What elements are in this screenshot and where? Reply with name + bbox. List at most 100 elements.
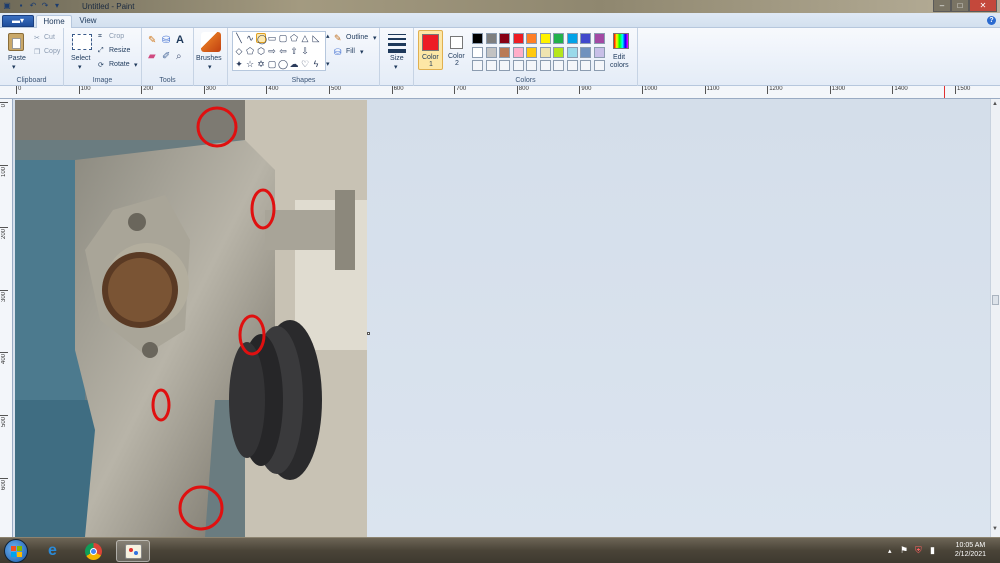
size-dropdown-icon[interactable]: ▾ [394, 63, 398, 71]
text-tool-icon[interactable]: A [176, 34, 184, 46]
palette-swatch[interactable] [512, 60, 524, 71]
palette-swatch[interactable] [526, 60, 537, 71]
tab-view[interactable]: View [74, 15, 102, 28]
palette-swatch[interactable] [593, 46, 605, 58]
palette-swatch[interactable] [539, 60, 551, 71]
palette-swatch[interactable] [566, 33, 578, 44]
paste-icon[interactable] [8, 33, 24, 51]
select-dropdown-icon[interactable]: ▾ [78, 63, 82, 71]
flag-icon[interactable]: ⚑ [900, 545, 908, 556]
cut-button[interactable]: Cut [44, 34, 55, 41]
palette-swatch[interactable] [593, 33, 605, 44]
oval-callout-shape-icon[interactable]: ◯ [278, 59, 288, 69]
triangle-shape-icon[interactable]: △ [300, 33, 310, 43]
brushes-button[interactable]: Brushes [196, 55, 222, 62]
vertical-scrollbar[interactable]: ▲ ▼ [990, 99, 1000, 537]
palette-swatch[interactable] [593, 60, 605, 71]
maximize-button[interactable]: □ [951, 0, 969, 12]
undo-icon[interactable]: ↶ [28, 1, 38, 11]
brushes-dropdown-icon[interactable]: ▾ [208, 63, 212, 71]
copy-button[interactable]: Copy [44, 48, 60, 55]
palette-swatch[interactable] [472, 33, 483, 44]
palette-swatch[interactable] [566, 60, 578, 71]
edit-colors-label[interactable]: Edit [613, 54, 625, 61]
network-icon[interactable]: ▮ [930, 545, 935, 556]
brush-icon[interactable] [201, 32, 221, 52]
fill-dropdown-icon[interactable]: ▾ [360, 48, 364, 56]
outline-dropdown-icon[interactable]: ▾ [373, 34, 377, 42]
heart-shape-icon[interactable]: ♡ [300, 59, 310, 69]
right-triangle-shape-icon[interactable]: ◺ [311, 33, 321, 43]
palette-swatch[interactable] [472, 46, 483, 58]
rotate-button[interactable]: Rotate [109, 61, 130, 68]
rounded-callout-shape-icon[interactable]: ▢ [267, 59, 277, 69]
palette-swatch[interactable] [580, 60, 591, 71]
palette-swatch[interactable] [526, 33, 537, 44]
scroll-up-icon[interactable]: ▲ [992, 101, 998, 107]
minimize-button[interactable]: – [933, 0, 951, 12]
scrollbar-thumb[interactable] [992, 295, 999, 305]
rounded-rectangle-shape-icon[interactable]: ▢ [278, 33, 288, 43]
shapes-gallery[interactable]: ╲ ∿ ◯ ▭ ▢ ⬠ △ ◺ ◇ ⬠ ⬡ ⇨ ⇦ ⇧ ⇩ ✦ ☆ ✡ ▢ ◯ … [232, 31, 326, 71]
show-hidden-icons-icon[interactable]: ▴ [888, 547, 892, 555]
redo-icon[interactable]: ↷ [40, 1, 50, 11]
left-arrow-shape-icon[interactable]: ⇦ [278, 46, 288, 56]
palette-swatch[interactable] [539, 33, 551, 44]
lightning-shape-icon[interactable]: ϟ [311, 59, 321, 69]
fill-bucket-icon[interactable]: ⛁ [162, 35, 170, 46]
internet-explorer-taskbar-button[interactable]: e [40, 540, 72, 562]
magnifier-icon[interactable]: ⌕ [176, 51, 182, 62]
palette-swatch[interactable] [512, 33, 524, 44]
quick-access-dropdown-icon[interactable]: ▾ [52, 1, 62, 11]
palette-swatch[interactable] [553, 46, 564, 58]
five-point-star-shape-icon[interactable]: ☆ [245, 59, 255, 69]
rectangle-shape-icon[interactable]: ▭ [267, 33, 277, 43]
security-alert-icon[interactable]: ⛨ [915, 545, 922, 556]
down-arrow-shape-icon[interactable]: ⇩ [300, 46, 310, 56]
six-point-star-shape-icon[interactable]: ✡ [256, 59, 266, 69]
close-button[interactable]: ✕ [969, 0, 997, 12]
outline-button[interactable]: Outline [346, 34, 368, 41]
eraser-icon[interactable]: ▰ [148, 51, 156, 62]
paint-menu-button[interactable]: ▬▾ [2, 15, 34, 27]
color1-button[interactable]: Color 1 [418, 30, 443, 70]
fill-button[interactable]: Fill [346, 48, 355, 55]
paint-taskbar-button[interactable] [116, 540, 150, 562]
pencil-icon[interactable]: ✎ [148, 35, 156, 46]
curve-shape-icon[interactable]: ∿ [245, 33, 255, 43]
chrome-taskbar-button[interactable] [78, 540, 110, 562]
color-picker-icon[interactable]: ✐ [162, 51, 170, 62]
select-icon[interactable] [72, 34, 92, 50]
rotate-dropdown-icon[interactable]: ▾ [134, 61, 138, 69]
oval-shape-icon[interactable]: ◯ [256, 33, 267, 44]
palette-swatch[interactable] [553, 33, 564, 44]
save-icon[interactable]: ▪ [16, 1, 26, 11]
palette-swatch[interactable] [499, 46, 510, 58]
palette-swatch[interactable] [566, 46, 578, 58]
clock[interactable]: 10:05 AM 2/12/2021 [955, 541, 986, 559]
start-button[interactable] [4, 539, 28, 563]
palette-swatch[interactable] [580, 33, 591, 44]
palette-swatch[interactable] [485, 46, 497, 58]
palette-swatch[interactable] [499, 60, 510, 71]
tab-home[interactable]: Home [36, 15, 72, 28]
size-button[interactable]: Size [390, 55, 404, 62]
palette-swatch[interactable] [499, 33, 510, 44]
paste-dropdown-icon[interactable]: ▾ [12, 63, 16, 71]
hexagon-shape-icon[interactable]: ⬡ [256, 46, 266, 56]
paste-button[interactable]: Paste [8, 55, 26, 62]
right-arrow-shape-icon[interactable]: ⇨ [267, 46, 277, 56]
palette-swatch[interactable] [485, 60, 497, 71]
pentagon-shape-icon[interactable]: ⬠ [245, 46, 255, 56]
select-button[interactable]: Select [71, 55, 90, 62]
up-arrow-shape-icon[interactable]: ⇧ [289, 46, 299, 56]
edit-colors-icon[interactable] [613, 33, 629, 49]
shapes-scroll-down-icon[interactable]: ▾ [326, 60, 330, 68]
canvas-resize-handle[interactable] [367, 332, 370, 335]
resize-button[interactable]: Resize [109, 47, 130, 54]
palette-swatch[interactable] [485, 33, 497, 44]
edit-colors-label-2[interactable]: colors [610, 62, 629, 69]
palette-swatch[interactable] [580, 46, 591, 58]
diamond-shape-icon[interactable]: ◇ [234, 46, 244, 56]
four-point-star-shape-icon[interactable]: ✦ [234, 59, 244, 69]
